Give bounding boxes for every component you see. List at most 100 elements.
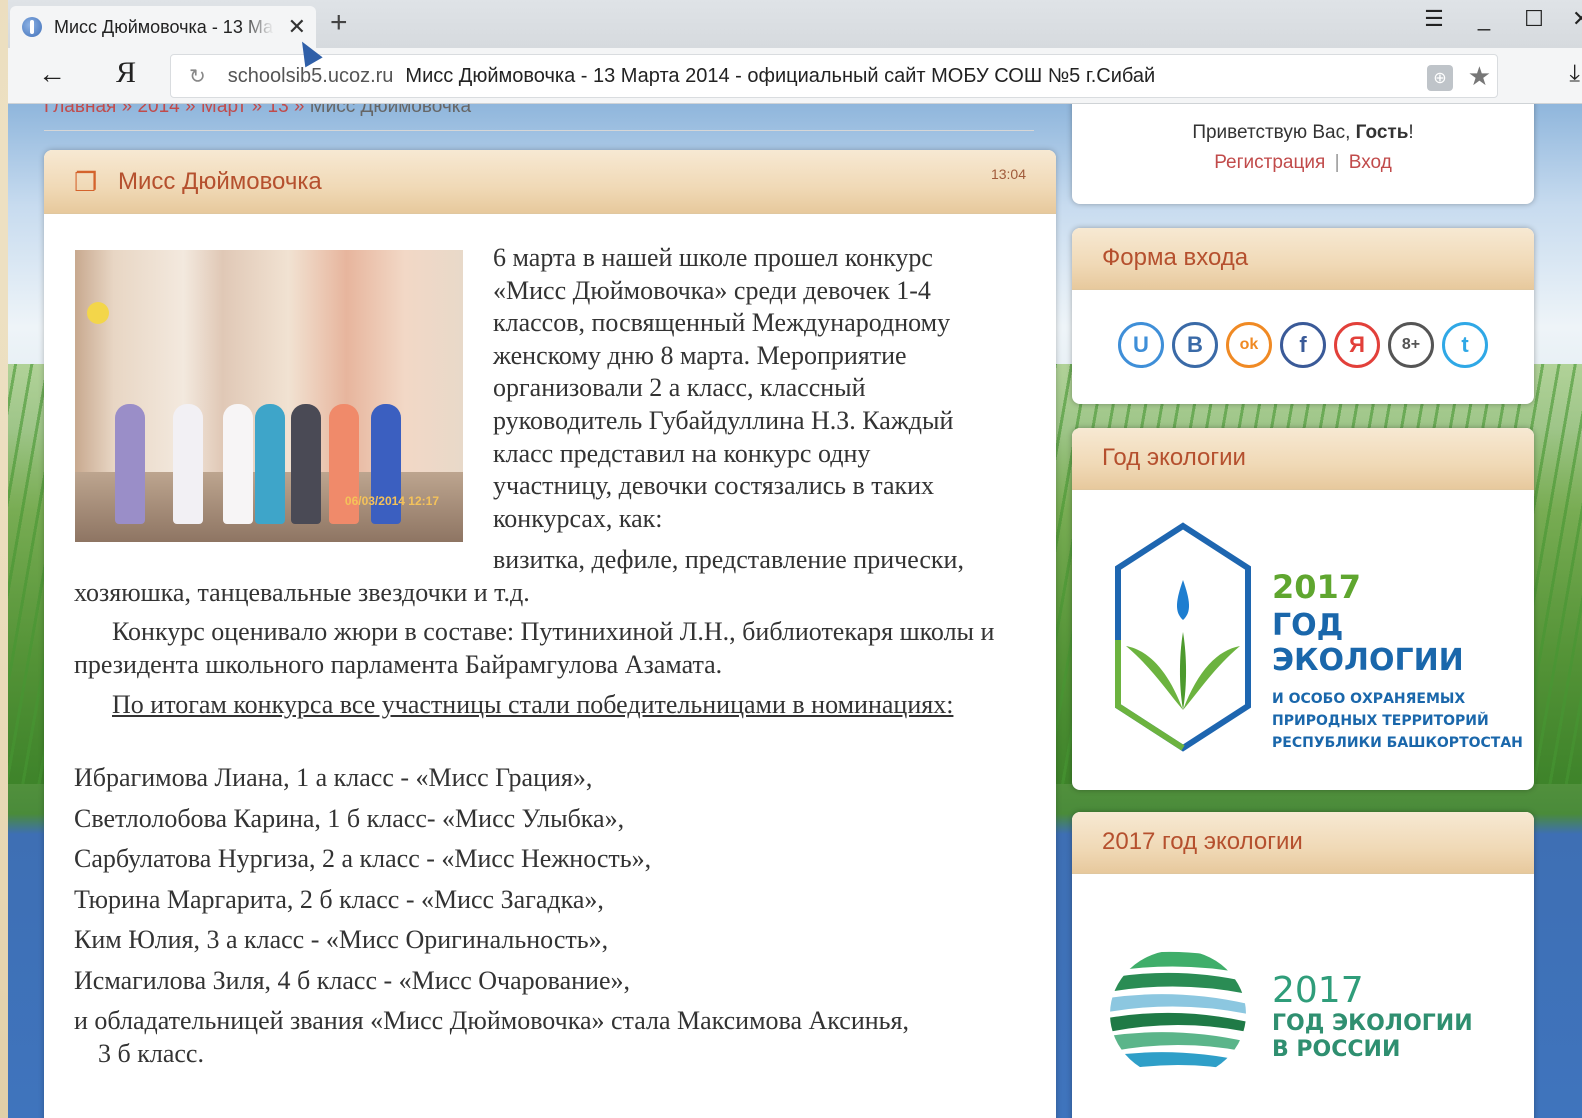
winner-item: Ибрагимова Лиана, 1 а класс - «Мисс Грац…	[74, 763, 593, 792]
photo-girl	[291, 404, 321, 524]
breadcrumb-item-month[interactable]: Март	[201, 104, 246, 117]
breadcrumb-separator: »	[185, 104, 196, 117]
login-form-box: Форма входа U B ok f Я 8+ t	[1072, 228, 1534, 404]
eco-logo-text: 2017 ГОД ЭКОЛОГИИ И ОСОБО ОХРАНЯЕМЫХ ПРИ…	[1272, 568, 1534, 754]
tab-bar: Мисс Дюймовочка - 13 Марта 2014 - официа…	[8, 0, 1582, 48]
winner-item: Сарбулатова Нургиза, 2 а класс - «Мисс Н…	[74, 844, 652, 873]
close-tab-icon[interactable]: ✕	[288, 14, 306, 40]
greeting-box: Приветствую Вас, Гость! Регистрация | Вх…	[1072, 104, 1534, 204]
intro-line: конкурсах, как:	[493, 503, 663, 533]
eco-subtitle: И ОСОБО ОХРАНЯЕМЫХ ПРИРОДНЫХ ТЕРРИТОРИЙ …	[1272, 688, 1534, 754]
intro-line: женскому дню 8 марта. Мероприятие	[493, 340, 907, 370]
ucoz-icon[interactable]: U	[1118, 322, 1164, 368]
intro-wrap-line: хозяюшка, танцевальные звездочки и т.д.	[74, 578, 530, 607]
photo-date-stamp: 06/03/2014 12:17	[344, 494, 439, 508]
browser-window: Мисс Дюймовочка - 13 Марта 2014 - официа…	[8, 0, 1582, 1118]
eco-year-box: Год экологии 2017 ГОД ЭКОЛОГИИ И ОСОБО О…	[1072, 428, 1534, 790]
download-icon[interactable]: ⤓	[1569, 60, 1580, 88]
eco2-line: В РОССИИ	[1272, 1037, 1401, 1062]
jury-text: Конкурс оценивало жюри в составе: Путини…	[74, 617, 995, 679]
eco-year-logo[interactable]: 2017 ГОД ЭКОЛОГИИ И ОСОБО ОХРАНЯЕМЫХ ПРИ…	[1072, 490, 1534, 790]
url-page-title: Мисс Дюймовочка - 13 Марта 2014 - официа…	[405, 64, 1156, 87]
url-host: schoolsib5.ucoz.ru	[227, 64, 394, 87]
social-login-buttons: U B ok f Я 8+ t	[1072, 290, 1534, 368]
eco-globe-icon	[1110, 950, 1246, 1078]
result-paragraph: По итогам конкурса все участницы стали п…	[74, 689, 1034, 722]
contest-photo[interactable]: 06/03/2014 12:17	[75, 250, 463, 542]
yandex-icon[interactable]: Я	[1334, 322, 1380, 368]
breadcrumb-separator: »	[293, 104, 305, 117]
auth-links: Регистрация | Вход	[1072, 152, 1534, 174]
login-link[interactable]: Вход	[1349, 152, 1392, 173]
odnoklassniki-icon[interactable]: ok	[1226, 322, 1272, 368]
winners-list: Ибрагимова Лиана, 1 а класс - «Мисс Грац…	[74, 762, 1054, 1005]
eco-title: ГОД ЭКОЛОГИИ	[1272, 608, 1464, 678]
browser-tab[interactable]: Мисс Дюймовочка - 13 Марта 2014 - официа…	[10, 6, 316, 48]
minimize-icon[interactable]: _	[1472, 6, 1496, 32]
eco-russia-box: 2017 год экологии 2017 ГОД ЭКОЛОГИИ В РО…	[1072, 812, 1534, 1118]
eco-hexagon-logo	[1115, 522, 1251, 752]
breadcrumb-divider	[44, 130, 1034, 131]
winner-item: Ким Юлия, 3 а класс - «Мисс Оригинальнос…	[74, 925, 609, 954]
site-favicon-icon	[22, 17, 42, 37]
final-continuation: 3 б класс.	[98, 1038, 204, 1068]
close-window-icon[interactable]: ✕	[1572, 6, 1582, 32]
article-title: Мисс Дюймовочка	[118, 168, 322, 195]
globe-icon[interactable]: ⊕	[1427, 65, 1453, 91]
menu-icon[interactable]: ☰	[1422, 6, 1446, 32]
browser-toolbar: ← Я ↻ schoolsib5.ucoz.ru Мисс Дюймовочка…	[8, 48, 1582, 104]
intro-line: 6 марта в нашей школе прошел конкурс	[493, 243, 933, 272]
article-card: ❐ Мисс Дюймовочка 13:04 06/03/2014 12:17…	[44, 150, 1056, 1118]
article-time: 13:04	[990, 166, 1026, 182]
eco2-logo-text: 2017 ГОД ЭКОЛОГИИ В РОССИИ	[1272, 970, 1473, 1063]
eco2-year: 2017	[1272, 970, 1364, 1011]
winner-item: Тюрина Маргарита, 2 б класс - «Мисс Зага…	[74, 884, 604, 914]
eco-subtitle-line: И ОСОБО ОХРАНЯЕМЫХ	[1272, 691, 1466, 707]
greeting-text: Приветствую Вас, Гость!	[1072, 122, 1534, 144]
login-box-title: Форма входа	[1072, 228, 1534, 290]
article-header: ❐ Мисс Дюймовочка 13:04	[44, 150, 1056, 214]
link-separator: |	[1334, 152, 1340, 173]
twitter-icon[interactable]: t	[1442, 322, 1488, 368]
intro-line: организовали 2 а класс, классный	[493, 373, 866, 403]
maximize-icon[interactable]: ☐	[1522, 6, 1546, 32]
greeting-prefix: Приветствую Вас,	[1192, 122, 1351, 143]
breadcrumb-separator: »	[121, 104, 133, 117]
breadcrumb-item-day[interactable]: 13	[268, 104, 289, 117]
photo-girl	[223, 404, 253, 524]
eco-russia-logo[interactable]: 2017 ГОД ЭКОЛОГИИ В РОССИИ	[1072, 874, 1534, 1118]
intro-line: классов, посвященный Международному	[493, 308, 951, 338]
register-link[interactable]: Регистрация	[1214, 152, 1325, 173]
winner-item: Исмагилова Зиля, 4 б класс - «Мисс Очаро…	[74, 965, 630, 995]
breadcrumb-item-home[interactable]: Главная	[44, 104, 116, 117]
eco-subtitle-line: РЕСПУБЛИКИ БАШКОРТОСТАН	[1272, 735, 1523, 751]
final-line: и обладательницей звания «Мисс Дюймовочк…	[74, 1006, 909, 1035]
final-paragraph: и обладательницей звания «Мисс Дюймовочк…	[74, 1005, 1054, 1070]
yandex-button[interactable]: Я	[116, 56, 136, 90]
intro-line: класс представил на конкурс одну	[493, 438, 871, 468]
photo-girl	[115, 404, 145, 524]
eco2-line: ГОД ЭКОЛОГИИ	[1272, 1011, 1473, 1036]
vk-icon[interactable]: B	[1172, 322, 1218, 368]
web-page: Главная » 2014 » Март » 13 » Мисс Дюймов…	[8, 104, 1582, 1118]
breadcrumb-current: Мисс Дюймовочка	[309, 104, 472, 117]
new-tab-button[interactable]: +	[330, 6, 348, 40]
reload-icon[interactable]: ↻	[189, 64, 206, 89]
intro-tail-line: визитка, дефиле, представление прически,	[493, 545, 964, 574]
smiley-decoration	[87, 302, 109, 324]
address-bar[interactable]: ↻ schoolsib5.ucoz.ru Мисс Дюймовочка - 1…	[170, 54, 1498, 98]
breadcrumb-item-year[interactable]: 2014	[137, 104, 179, 117]
back-arrow-icon[interactable]: ←	[38, 58, 66, 90]
eco2-box-title: 2017 год экологии	[1072, 812, 1534, 874]
facebook-icon[interactable]: f	[1280, 322, 1326, 368]
jury-paragraph: Конкурс оценивало жюри в составе: Путини…	[74, 616, 1034, 681]
photo-girl	[255, 404, 285, 524]
intro-line: «Мисс Дюймовочка» среди девочек 1-4	[493, 275, 931, 305]
photo-girl	[173, 404, 203, 524]
star-icon[interactable]: ★	[1468, 61, 1491, 92]
eco-subtitle-line: ПРИРОДНЫХ ТЕРРИТОРИЙ	[1272, 713, 1489, 729]
eco-box-title: Год экологии	[1072, 428, 1534, 490]
breadcrumb-separator: »	[251, 104, 263, 117]
google-plus-icon[interactable]: 8+	[1388, 322, 1434, 368]
books-icon: ❐	[74, 167, 98, 197]
